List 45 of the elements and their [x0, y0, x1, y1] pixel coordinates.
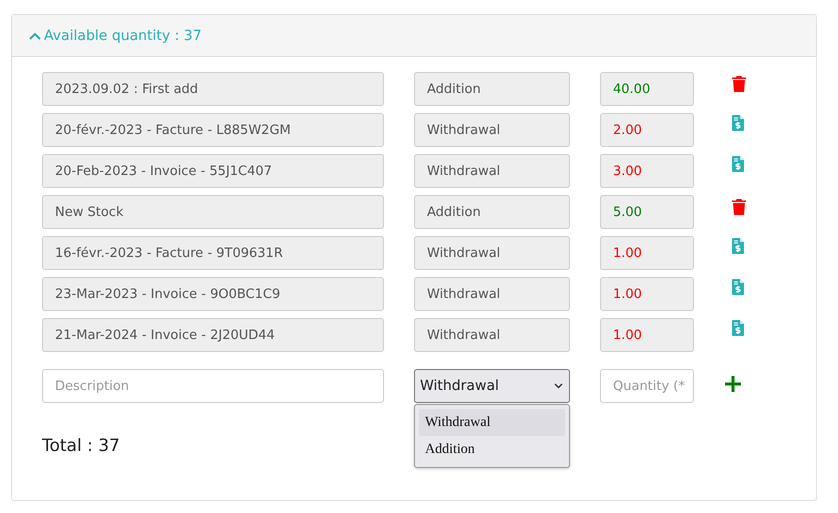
dropdown-option[interactable]: Addition — [419, 436, 565, 463]
description-input[interactable]: Description — [42, 369, 384, 403]
quantity-field[interactable]: 1.00 — [600, 318, 694, 352]
invoice-button[interactable] — [732, 279, 744, 295]
invoice-button[interactable] — [732, 238, 744, 254]
caret-icon — [554, 383, 563, 389]
dollar-document-icon — [732, 320, 744, 336]
quantity-field[interactable]: 2.00 — [600, 113, 694, 147]
type-field[interactable]: Addition — [414, 195, 570, 229]
chevron-icon — [28, 30, 42, 40]
trash-icon — [732, 76, 746, 92]
type-field[interactable]: Withdrawal — [414, 113, 570, 147]
type-field[interactable]: Withdrawal — [414, 277, 570, 311]
quantity-field[interactable]: 1.00 — [600, 236, 694, 270]
description-field[interactable]: 20-Feb-2023 - Invoice - 55J1C407 — [42, 154, 384, 188]
description-field[interactable]: 23-Mar-2023 - Invoice - 9O0BC1C9 — [42, 277, 384, 311]
dollar-document-icon — [732, 115, 744, 131]
quantity-field[interactable]: 3.00 — [600, 154, 694, 188]
type-select[interactable]: Withdrawal — [414, 369, 570, 403]
description-field[interactable]: 21-Mar-2024 - Invoice - 2J20UD44 — [42, 318, 384, 352]
description-field[interactable]: 20-févr.-2023 - Facture - L885W2GM — [42, 113, 384, 147]
total-label: Total : 37 — [42, 436, 120, 456]
plus-icon — [724, 375, 742, 393]
quantity-field[interactable]: 40.00 — [600, 72, 694, 106]
description-field[interactable]: New Stock — [42, 195, 384, 229]
type-field[interactable]: Withdrawal — [414, 318, 570, 352]
quantity-input[interactable]: Quantity (* — [600, 369, 694, 403]
dollar-document-icon — [732, 279, 744, 295]
quantity-field[interactable]: 1.00 — [600, 277, 694, 311]
invoice-button[interactable] — [732, 320, 744, 336]
quantity-field[interactable]: 5.00 — [600, 195, 694, 229]
dollar-document-icon — [732, 156, 744, 172]
delete-button[interactable] — [732, 199, 746, 215]
trash-icon — [732, 199, 746, 215]
delete-button[interactable] — [732, 76, 746, 92]
description-field[interactable]: 16-févr.-2023 - Facture - 9T09631R — [42, 236, 384, 270]
type-field[interactable]: Addition — [414, 72, 570, 106]
invoice-button[interactable] — [732, 115, 744, 131]
invoice-button[interactable] — [732, 156, 744, 172]
add-button[interactable] — [724, 375, 742, 393]
type-field[interactable]: Withdrawal — [414, 154, 570, 188]
type-field[interactable]: Withdrawal — [414, 236, 570, 270]
dropdown-option[interactable]: Withdrawal — [419, 409, 565, 436]
dollar-document-icon — [732, 238, 744, 254]
description-field[interactable]: 2023.09.02 : First add — [42, 72, 384, 106]
